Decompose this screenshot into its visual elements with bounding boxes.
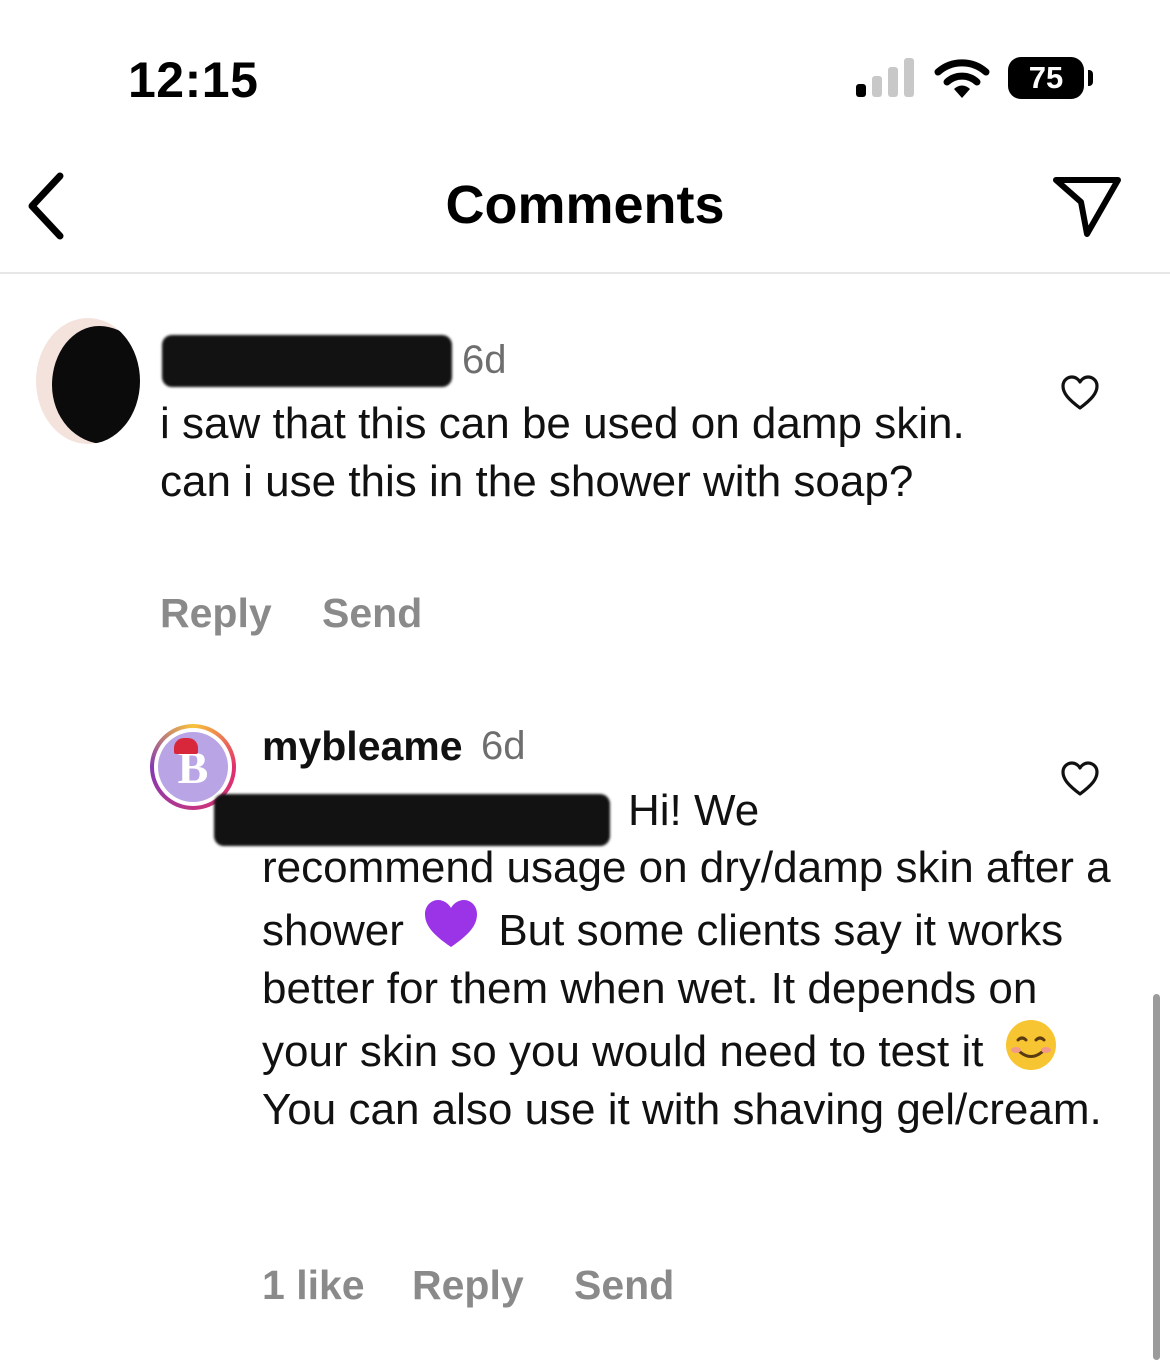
avatar[interactable]: [36, 318, 140, 444]
battery-level: 75: [1008, 57, 1084, 99]
comment-timestamp: 6d: [462, 338, 507, 382]
battery-indicator: 75: [1008, 57, 1094, 101]
avatar-redaction: [52, 326, 140, 444]
cellular-signal-icon: [856, 58, 914, 97]
paper-plane-icon[interactable]: [1052, 174, 1122, 240]
page-title: Comments: [445, 175, 725, 235]
comment-text-part: You can also use it with shaving gel/cre…: [262, 1085, 1102, 1134]
likes-count[interactable]: 1 like: [262, 1260, 365, 1310]
redacted-username: [162, 335, 452, 387]
scrollbar[interactable]: [1153, 994, 1160, 1360]
comment-username[interactable]: mybleame: [262, 722, 463, 770]
send-button[interactable]: Send: [574, 1260, 674, 1310]
smiling-face-icon: [1005, 1020, 1056, 1070]
heart-icon[interactable]: [1060, 760, 1100, 798]
comment-text-first-line: Hi! We: [628, 786, 760, 835]
battery-nub: [1088, 70, 1093, 86]
header-divider: [0, 272, 1170, 274]
brand-logo: B: [158, 732, 228, 802]
heart-icon[interactable]: [1060, 374, 1100, 412]
santa-hat-icon: [174, 738, 198, 754]
wifi-icon: [934, 59, 990, 98]
comment-text: i saw that this can be used on damp skin…: [160, 399, 965, 506]
comment-timestamp: 6d: [481, 724, 526, 768]
purple-heart-icon: [425, 900, 478, 947]
status-time: 12:15: [128, 52, 259, 108]
reply-button[interactable]: Reply: [160, 588, 272, 638]
comment-text: recommend usage on dry/damp skin after a…: [262, 839, 1122, 1139]
send-button[interactable]: Send: [322, 588, 422, 638]
reply-button[interactable]: Reply: [412, 1260, 524, 1310]
